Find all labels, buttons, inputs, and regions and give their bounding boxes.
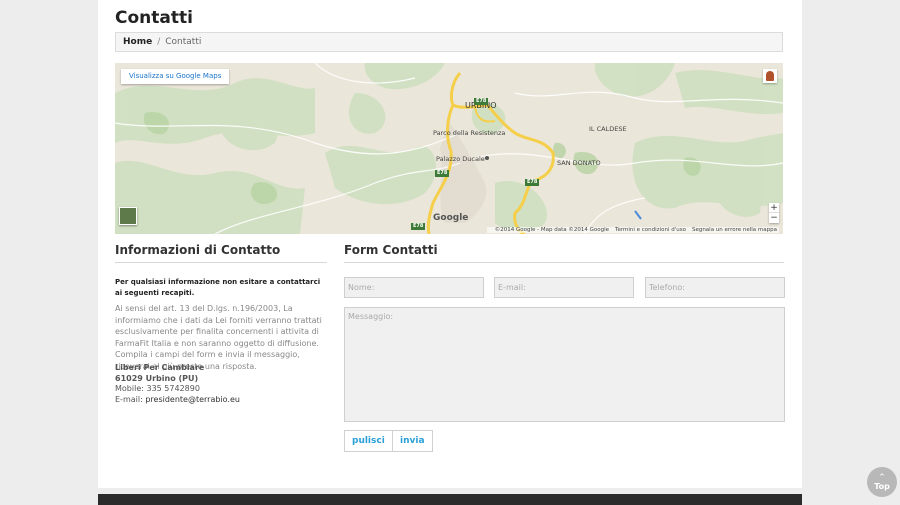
breadcrumb-separator: /	[157, 37, 161, 47]
chevron-up-icon: ^	[879, 473, 885, 481]
map-copyright: ©2014 Google - Map data ©2014 Google	[494, 227, 610, 233]
name-input[interactable]	[344, 277, 484, 298]
breadcrumb: Home / Contatti	[115, 32, 783, 52]
road-shield: E78	[435, 170, 450, 177]
send-button[interactable]: invia	[392, 430, 433, 452]
organization-name: Liberi Per Cambiare	[115, 363, 205, 372]
map-report-link[interactable]: Segnala un errore nella mappa	[692, 227, 777, 233]
view-on-google-maps-link[interactable]: Visualizza su Google Maps	[121, 69, 230, 84]
google-logo: Google	[433, 213, 469, 223]
email-line: E-mail: presidente@terrabio.eu	[115, 395, 327, 406]
email-label: E-mail:	[115, 394, 146, 404]
contact-form-heading: Form Contatti	[344, 243, 784, 263]
road-shield: E78	[411, 223, 426, 230]
privacy-notice: Ai sensi del art. 13 del D.lgs. n.196/20…	[115, 304, 322, 371]
zoom-in-button[interactable]: +	[769, 203, 779, 213]
map-terms-link[interactable]: Termini e condizioni d'uso	[615, 227, 686, 233]
map-label-caldese: IL CALDESE	[589, 125, 627, 133]
organization-city: 61029 Urbino (PU)	[115, 373, 199, 383]
map-label-parco: Parco della Resistenza	[433, 129, 506, 137]
email-input[interactable]	[494, 277, 634, 298]
message-textarea[interactable]	[344, 307, 785, 422]
back-to-top-button[interactable]: ^ Top	[867, 467, 897, 497]
road-shield: E78	[474, 98, 489, 105]
zoom-out-button[interactable]: −	[769, 213, 779, 223]
map-label-palazzo: Palazzo Ducale	[436, 155, 485, 163]
contact-info-heading: Informazioni di Contatto	[115, 243, 327, 263]
contact-info-lead: Per qualsiasi informazione non esitare a…	[115, 278, 321, 297]
map-label-san-donato: SAN DONATO	[557, 159, 601, 167]
pegman-icon[interactable]	[763, 69, 777, 83]
footer-bar	[98, 494, 802, 505]
road-shield: E78	[525, 179, 540, 186]
clear-button[interactable]: pulisci	[344, 430, 393, 452]
breadcrumb-home-link[interactable]: Home	[123, 37, 152, 47]
breadcrumb-current: Contatti	[165, 37, 202, 47]
page-content: Contatti Home / Contatti Visualizza su G…	[98, 0, 802, 488]
back-to-top-label: Top	[874, 482, 890, 491]
contact-address: Liberi Per Cambiare 61029 Urbino (PU) Mo…	[115, 363, 327, 405]
mobile-number: Mobile: 335 5742890	[115, 384, 200, 393]
satellite-thumbnail[interactable]	[119, 207, 137, 225]
google-map[interactable]: Visualizza su Google Maps + − URBINO Par…	[115, 63, 783, 234]
map-attribution: ©2014 Google - Map data ©2014 Google Term…	[486, 227, 779, 233]
zoom-control: + −	[769, 203, 779, 223]
page-title: Contatti	[115, 8, 193, 28]
phone-input[interactable]	[645, 277, 785, 298]
map-background	[115, 63, 783, 234]
email-link[interactable]: presidente@terrabio.eu	[145, 395, 240, 404]
